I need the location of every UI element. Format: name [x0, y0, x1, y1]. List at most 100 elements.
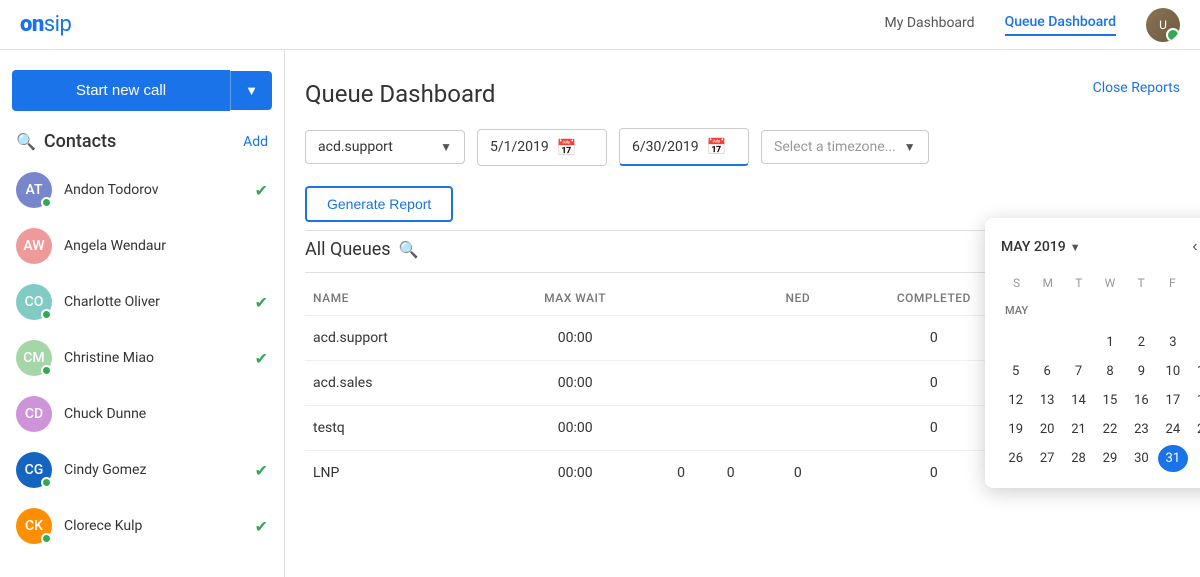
- calendar-day[interactable]: 18: [1190, 387, 1200, 414]
- table-cell: [756, 361, 841, 406]
- contact-item[interactable]: CMChristine Miao✔: [0, 330, 284, 386]
- calendar-day[interactable]: 13: [1032, 387, 1061, 414]
- table-column-header: NAME: [305, 281, 494, 316]
- page-title: Queue Dashboard: [305, 50, 1180, 128]
- table-column-header: [656, 281, 706, 316]
- calendar-day[interactable]: 16: [1127, 387, 1156, 414]
- start-date-input[interactable]: 5/1/2019 📅: [477, 129, 607, 166]
- table-cell: [656, 316, 706, 361]
- calendar-day: [1190, 445, 1200, 472]
- table-cell: [656, 406, 706, 451]
- calendar-day[interactable]: 15: [1095, 387, 1124, 414]
- month-dropdown-icon[interactable]: ▼: [1070, 241, 1081, 254]
- calendar-day[interactable]: 19: [1001, 416, 1030, 443]
- calendar-day[interactable]: 2: [1127, 329, 1156, 356]
- status-dot: [41, 365, 52, 376]
- calendar-day[interactable]: 22: [1095, 416, 1124, 443]
- table-cell: 00:00: [494, 451, 656, 496]
- contact-name: Angela Wendaur: [64, 238, 268, 254]
- calendar-prev-button[interactable]: ‹: [1188, 234, 1200, 260]
- add-contact-link[interactable]: Add: [243, 134, 268, 150]
- calendar-day[interactable]: 30: [1127, 445, 1156, 472]
- cal-day-header: T: [1063, 272, 1094, 294]
- calendar-day[interactable]: 20: [1032, 416, 1061, 443]
- timezone-arrow: ▼: [904, 140, 916, 154]
- status-dot: [41, 533, 52, 544]
- contact-avatar: CD: [16, 396, 52, 432]
- calendar-day[interactable]: 27: [1032, 445, 1061, 472]
- nav-my-dashboard[interactable]: My Dashboard: [885, 15, 975, 35]
- calendar-day[interactable]: 26: [1001, 445, 1030, 472]
- queue-select[interactable]: acd.support ▼: [305, 130, 465, 164]
- calendar-day[interactable]: 8: [1095, 358, 1124, 385]
- contact-item[interactable]: AWAngela Wendaur: [0, 218, 284, 274]
- contacts-title-area: 🔍 Contacts: [16, 131, 116, 152]
- table-column-header: MAX WAIT: [494, 281, 656, 316]
- table-cell: [756, 406, 841, 451]
- layout: Start new call ▼ 🔍 Contacts Add ATAndon …: [0, 50, 1200, 577]
- calendar-day: [1032, 329, 1061, 356]
- calendar-day[interactable]: 3: [1158, 329, 1187, 356]
- contact-item[interactable]: CK Clorece Kulp ✔: [0, 498, 284, 554]
- contact-avatar: CK: [16, 508, 52, 544]
- sidebar: Start new call ▼ 🔍 Contacts Add ATAndon …: [0, 50, 285, 577]
- calendar-header: MAY 2019 ▼ ‹ ›: [1001, 234, 1200, 260]
- calendar-day[interactable]: 25: [1190, 416, 1200, 443]
- contact-item[interactable]: CGCindy Gomez✔: [0, 442, 284, 498]
- table-cell: 0: [706, 451, 756, 496]
- contact-name: Charlotte Oliver: [64, 294, 243, 310]
- start-date-value: 5/1/2019: [490, 139, 549, 155]
- calendar-day[interactable]: 12: [1001, 387, 1030, 414]
- end-date-input[interactable]: 6/30/2019 📅: [619, 128, 749, 166]
- calendar-day[interactable]: 17: [1158, 387, 1187, 414]
- calendar-day[interactable]: 11: [1190, 358, 1200, 385]
- table-cell: 0: [656, 451, 706, 496]
- contact-item[interactable]: CCCorner Conference Room✔: [0, 554, 284, 559]
- start-new-call-button[interactable]: Start new call: [12, 70, 230, 111]
- user-avatar[interactable]: U: [1146, 8, 1180, 42]
- status-dot: [41, 477, 52, 488]
- online-check-icon: ✔: [255, 517, 268, 536]
- contact-name: Clorece Kulp: [64, 518, 243, 534]
- contact-name: Andon Todorov: [64, 182, 243, 198]
- calendar-day[interactable]: 10: [1158, 358, 1187, 385]
- generate-report-button[interactable]: Generate Report: [305, 186, 453, 222]
- calendar-day[interactable]: 29: [1095, 445, 1124, 472]
- calendar-day[interactable]: 7: [1064, 358, 1093, 385]
- calendar-day[interactable]: 4: [1190, 329, 1200, 356]
- calendar-day[interactable]: 1: [1095, 329, 1124, 356]
- table-cell: 00:00: [494, 406, 656, 451]
- close-reports-link[interactable]: Close Reports: [1093, 80, 1180, 96]
- logo: onsip: [20, 12, 71, 37]
- contact-item[interactable]: CDChuck Dunne: [0, 386, 284, 442]
- calendar-day[interactable]: 6: [1032, 358, 1061, 385]
- table-cell: 00:00: [494, 361, 656, 406]
- calendar-grid: MAY1234567891011121314151617181920212223…: [1001, 298, 1200, 472]
- contact-item[interactable]: COCharlotte Oliver✔: [0, 274, 284, 330]
- calendar-day[interactable]: 21: [1064, 416, 1093, 443]
- calendar-day[interactable]: 28: [1064, 445, 1093, 472]
- timezone-select[interactable]: Select a timezone... ▼: [761, 130, 929, 164]
- table-cell: testq: [305, 406, 494, 451]
- start-date-calendar-icon: 📅: [557, 138, 577, 157]
- contact-avatar: CM: [16, 340, 52, 376]
- all-queues-search-icon[interactable]: 🔍: [399, 240, 419, 259]
- new-call-dropdown-button[interactable]: ▼: [230, 71, 272, 110]
- cal-day-header: T: [1126, 272, 1157, 294]
- nav-queue-dashboard[interactable]: Queue Dashboard: [1005, 14, 1116, 36]
- queue-select-arrow: ▼: [440, 140, 452, 154]
- calendar-month-title: MAY 2019 ▼: [1001, 239, 1081, 255]
- cal-day-header: W: [1094, 272, 1125, 294]
- calendar-day[interactable]: 9: [1127, 358, 1156, 385]
- calendar-day[interactable]: 23: [1127, 416, 1156, 443]
- calendar-day[interactable]: 24: [1158, 416, 1187, 443]
- calendar-day[interactable]: 14: [1064, 387, 1093, 414]
- table-cell: [706, 316, 756, 361]
- timezone-placeholder: Select a timezone...: [774, 139, 896, 155]
- search-icon[interactable]: 🔍: [16, 132, 36, 151]
- contact-item[interactable]: ATAndon Todorov✔: [0, 162, 284, 218]
- end-date-value: 6/30/2019: [632, 139, 699, 155]
- calendar-day[interactable]: 5: [1001, 358, 1030, 385]
- calendar-day[interactable]: 31: [1158, 445, 1187, 472]
- queue-select-value: acd.support: [318, 139, 393, 155]
